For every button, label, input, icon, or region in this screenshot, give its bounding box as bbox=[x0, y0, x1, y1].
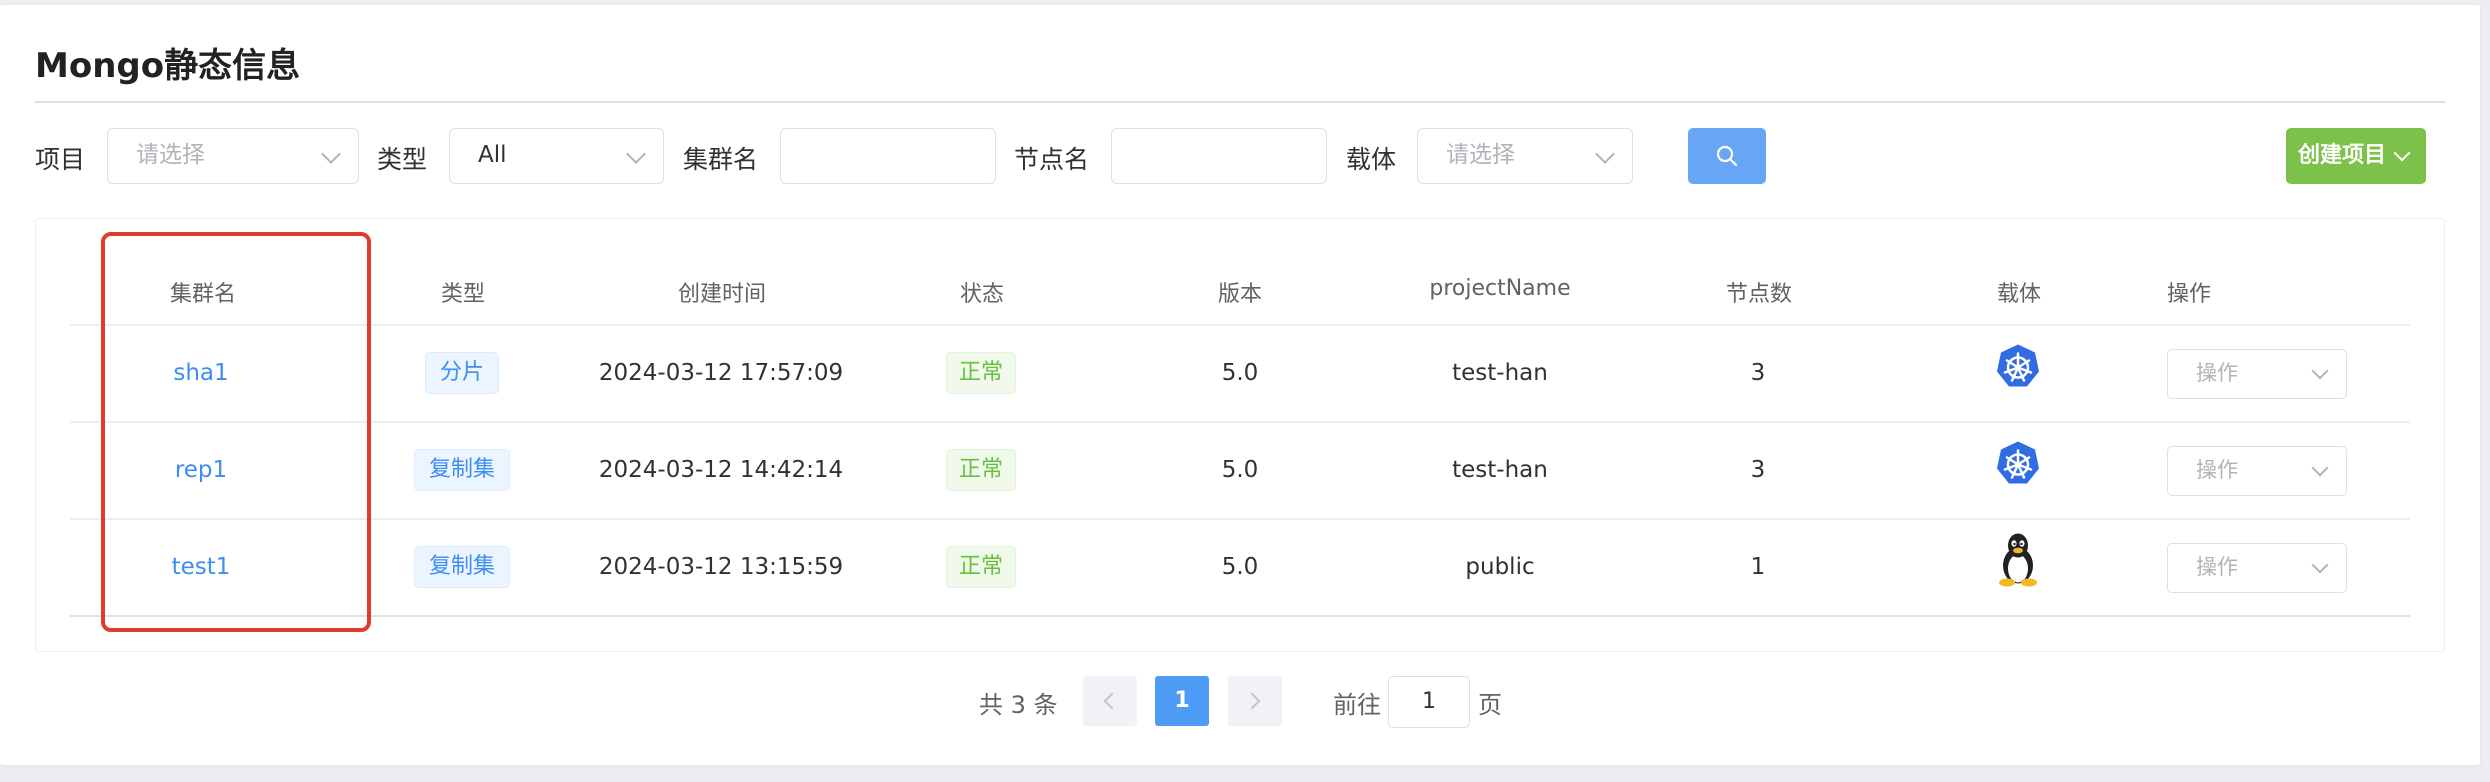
cluster-filter-label: 集群名 bbox=[683, 145, 759, 174]
type-filter-label: 类型 bbox=[377, 145, 428, 174]
row-divider bbox=[70, 615, 2410, 617]
column-header-carrier: 载体 bbox=[1996, 282, 2042, 307]
type-tag: 复制集 bbox=[413, 449, 511, 491]
node-name-input[interactable] bbox=[1111, 128, 1327, 184]
chevron-left-icon bbox=[1103, 692, 1121, 710]
column-header-nodes: 节点数 bbox=[1725, 282, 1793, 307]
node-count-cell: 1 bbox=[1750, 554, 1766, 580]
chevron-down-icon bbox=[1595, 144, 1615, 164]
status-badge: 正常 bbox=[945, 352, 1017, 394]
type-tag: 分片 bbox=[424, 352, 500, 394]
kubernetes-icon bbox=[1994, 343, 2042, 396]
action-select[interactable]: 操作 bbox=[2167, 446, 2347, 496]
type-tag: 复制集 bbox=[413, 546, 511, 588]
project-name-cell: public bbox=[1465, 554, 1535, 580]
search-icon bbox=[1716, 145, 1738, 167]
column-header-version: 版本 bbox=[1217, 282, 1263, 307]
column-header-created: 创建时间 bbox=[677, 282, 767, 307]
page-number-current[interactable]: 1 bbox=[1155, 676, 1209, 726]
page-title: Mongo静态信息 bbox=[35, 46, 301, 86]
cluster-column-highlight bbox=[101, 232, 371, 632]
carrier-select[interactable]: 请选择 bbox=[1417, 128, 1633, 184]
column-header-status: 状态 bbox=[959, 282, 1005, 307]
carrier-select-placeholder: 请选择 bbox=[1446, 142, 1515, 168]
column-header-project: projectName bbox=[1429, 276, 1571, 301]
linux-penguin-icon bbox=[1994, 532, 2042, 593]
pagination-total: 共 3 条 bbox=[979, 691, 1058, 719]
created-time: 2024-03-12 13:15:59 bbox=[598, 554, 844, 580]
project-name-cell: test-han bbox=[1452, 360, 1548, 386]
next-page-button[interactable] bbox=[1228, 676, 1282, 726]
type-select[interactable]: All bbox=[449, 128, 664, 184]
project-select-placeholder: 请选择 bbox=[136, 142, 205, 168]
node-count-cell: 3 bbox=[1750, 360, 1766, 386]
chevron-down-icon bbox=[2311, 459, 2329, 477]
status-badge: 正常 bbox=[945, 546, 1017, 588]
action-select-placeholder: 操作 bbox=[2196, 555, 2238, 579]
kubernetes-icon bbox=[1994, 440, 2042, 493]
column-header-type: 类型 bbox=[440, 282, 486, 307]
column-header-actions: 操作 bbox=[2167, 282, 2212, 307]
project-select[interactable]: 请选择 bbox=[107, 128, 359, 184]
status-badge: 正常 bbox=[945, 449, 1017, 491]
carrier-filter-label: 载体 bbox=[1346, 145, 1397, 174]
header-divider bbox=[70, 324, 2410, 326]
action-select[interactable]: 操作 bbox=[2167, 349, 2347, 399]
goto-prefix: 前往 bbox=[1333, 691, 1381, 719]
project-filter-label: 项目 bbox=[35, 145, 86, 174]
node-count-cell: 3 bbox=[1750, 457, 1766, 483]
chevron-down-icon bbox=[2393, 144, 2411, 162]
create-project-button[interactable]: 创建项目 bbox=[2286, 128, 2426, 184]
version-cell: 5.0 bbox=[1221, 360, 1259, 386]
cluster-name-input[interactable] bbox=[780, 128, 996, 184]
chevron-down-icon bbox=[2311, 556, 2329, 574]
goto-page-input[interactable]: 1 bbox=[1388, 676, 1470, 728]
action-select[interactable]: 操作 bbox=[2167, 543, 2347, 593]
type-select-value: All bbox=[478, 142, 507, 168]
version-cell: 5.0 bbox=[1221, 457, 1259, 483]
chevron-down-icon bbox=[2311, 362, 2329, 380]
create-project-label: 创建项目 bbox=[2298, 143, 2387, 168]
chevron-down-icon bbox=[626, 144, 646, 164]
version-cell: 5.0 bbox=[1221, 554, 1259, 580]
node-filter-label: 节点名 bbox=[1014, 145, 1090, 174]
row-divider bbox=[70, 518, 2410, 520]
created-time: 2024-03-12 14:42:14 bbox=[598, 457, 844, 483]
prev-page-button[interactable] bbox=[1083, 676, 1137, 726]
action-select-placeholder: 操作 bbox=[2196, 458, 2238, 482]
action-select-placeholder: 操作 bbox=[2196, 361, 2238, 385]
row-divider bbox=[70, 421, 2410, 423]
title-divider bbox=[35, 101, 2445, 103]
search-button[interactable] bbox=[1688, 128, 1766, 184]
goto-suffix: 页 bbox=[1478, 691, 1502, 719]
created-time: 2024-03-12 17:57:09 bbox=[598, 360, 844, 386]
chevron-down-icon bbox=[321, 144, 341, 164]
chevron-right-icon bbox=[1243, 692, 1261, 710]
project-name-cell: test-han bbox=[1452, 457, 1548, 483]
